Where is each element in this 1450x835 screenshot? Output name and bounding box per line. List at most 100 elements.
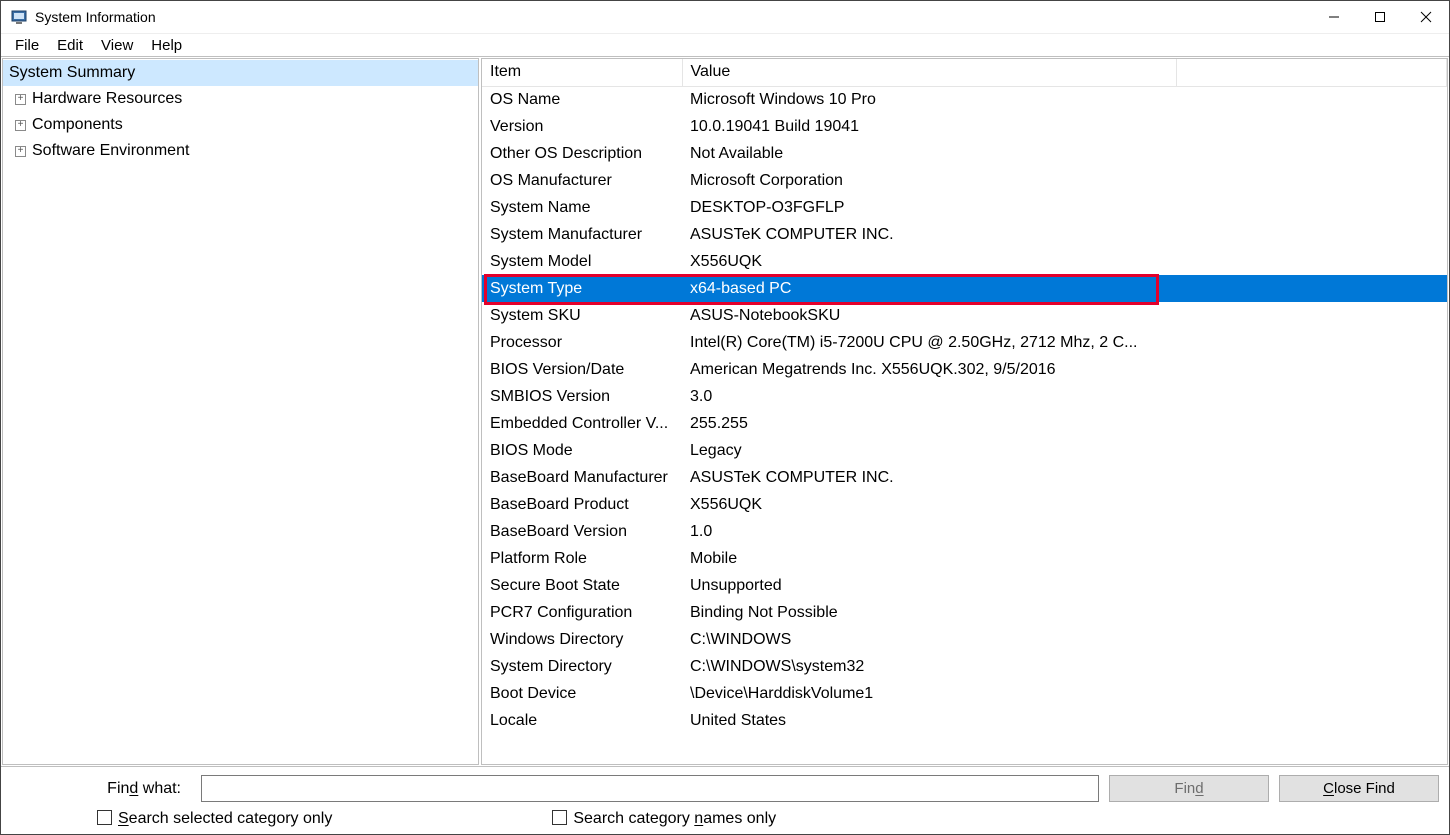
cell-value: 3.0	[682, 383, 1177, 410]
cell-item: SMBIOS Version	[482, 383, 682, 410]
cell-item: System SKU	[482, 302, 682, 329]
cell-item: Boot Device	[482, 680, 682, 707]
cell-value: ASUSTeK COMPUTER INC.	[682, 221, 1177, 248]
find-bar: Find what: Find Close Find Search select…	[1, 766, 1449, 834]
cell-value: ASUS-NotebookSKU	[682, 302, 1177, 329]
cell-value: Binding Not Possible	[682, 599, 1177, 626]
tree-root[interactable]: System Summary	[3, 60, 478, 86]
cell-item: Locale	[482, 707, 682, 734]
checkbox-icon	[97, 810, 112, 825]
window-title: System Information	[35, 9, 156, 25]
cell-item: System Name	[482, 194, 682, 221]
cell-value: 10.0.19041 Build 19041	[682, 113, 1177, 140]
cell-item: BIOS Mode	[482, 437, 682, 464]
cell-item: Processor	[482, 329, 682, 356]
cell-value: C:\WINDOWS\system32	[682, 653, 1177, 680]
tree-node-label: Components	[32, 116, 123, 134]
minimize-button[interactable]	[1311, 1, 1357, 34]
tree-node[interactable]: + Software Environment	[9, 138, 478, 164]
cell-value: X556UQK	[682, 248, 1177, 275]
close-button[interactable]	[1403, 1, 1449, 34]
titlebar[interactable]: System Information	[1, 1, 1449, 34]
table-row[interactable]: BIOS ModeLegacy	[482, 437, 1447, 464]
cell-value: DESKTOP-O3FGFLP	[682, 194, 1177, 221]
tree-node-label: Hardware Resources	[32, 90, 182, 108]
cell-value: Microsoft Corporation	[682, 167, 1177, 194]
table-row[interactable]: System ModelX556UQK	[482, 248, 1447, 275]
table-row[interactable]: Version10.0.19041 Build 19041	[482, 113, 1447, 140]
table-row[interactable]: BaseBoard ProductX556UQK	[482, 491, 1447, 518]
cell-value: C:\WINDOWS	[682, 626, 1177, 653]
search-category-names-checkbox[interactable]: Search category names only	[552, 810, 776, 828]
cell-value: American Megatrends Inc. X556UQK.302, 9/…	[682, 356, 1177, 383]
col-header-value[interactable]: Value	[682, 59, 1177, 86]
cell-value: United States	[682, 707, 1177, 734]
table-row[interactable]: Secure Boot StateUnsupported	[482, 572, 1447, 599]
find-input[interactable]	[201, 775, 1099, 802]
cell-item: BaseBoard Product	[482, 491, 682, 518]
cell-value: \Device\HarddiskVolume1	[682, 680, 1177, 707]
col-header-item[interactable]: Item	[482, 59, 682, 86]
table-row[interactable]: System Typex64-based PC	[482, 275, 1447, 302]
checkbox-icon	[552, 810, 567, 825]
table-row[interactable]: SMBIOS Version3.0	[482, 383, 1447, 410]
table-row[interactable]: Other OS DescriptionNot Available	[482, 140, 1447, 167]
menu-edit[interactable]: Edit	[49, 36, 91, 55]
details-table[interactable]: Item Value OS NameMicrosoft Windows 10 P…	[481, 58, 1448, 765]
col-header-blank[interactable]	[1177, 59, 1447, 86]
cell-item: BaseBoard Version	[482, 518, 682, 545]
menu-help[interactable]: Help	[143, 36, 190, 55]
table-row[interactable]: OS NameMicrosoft Windows 10 Pro	[482, 86, 1447, 113]
cell-item: Windows Directory	[482, 626, 682, 653]
table-row[interactable]: System ManufacturerASUSTeK COMPUTER INC.	[482, 221, 1447, 248]
menu-file[interactable]: File	[7, 36, 47, 55]
expand-icon[interactable]: +	[15, 94, 26, 105]
cell-item: Embedded Controller V...	[482, 410, 682, 437]
cell-item: PCR7 Configuration	[482, 599, 682, 626]
table-row[interactable]: System DirectoryC:\WINDOWS\system32	[482, 653, 1447, 680]
cell-value: 1.0	[682, 518, 1177, 545]
maximize-button[interactable]	[1357, 1, 1403, 34]
table-row[interactable]: OS ManufacturerMicrosoft Corporation	[482, 167, 1447, 194]
table-row[interactable]: System SKUASUS-NotebookSKU	[482, 302, 1447, 329]
cell-value: Mobile	[682, 545, 1177, 572]
table-row[interactable]: BaseBoard ManufacturerASUSTeK COMPUTER I…	[482, 464, 1447, 491]
table-row[interactable]: Platform RoleMobile	[482, 545, 1447, 572]
table-row[interactable]: Embedded Controller V...255.255	[482, 410, 1447, 437]
table-row[interactable]: ProcessorIntel(R) Core(TM) i5-7200U CPU …	[482, 329, 1447, 356]
nav-tree[interactable]: System Summary + Hardware Resources + Compo…	[2, 58, 479, 765]
table-row[interactable]: Boot Device\Device\HarddiskVolume1	[482, 680, 1447, 707]
table-row[interactable]: Windows DirectoryC:\WINDOWS	[482, 626, 1447, 653]
cell-item: OS Manufacturer	[482, 167, 682, 194]
table-row[interactable]: BaseBoard Version1.0	[482, 518, 1447, 545]
table-row[interactable]: System NameDESKTOP-O3FGFLP	[482, 194, 1447, 221]
cell-item: Version	[482, 113, 682, 140]
cell-item: BIOS Version/Date	[482, 356, 682, 383]
cell-value: 255.255	[682, 410, 1177, 437]
table-row[interactable]: LocaleUnited States	[482, 707, 1447, 734]
app-icon	[11, 9, 27, 25]
cell-item: System Model	[482, 248, 682, 275]
table-row[interactable]: BIOS Version/DateAmerican Megatrends Inc…	[482, 356, 1447, 383]
cell-value: Microsoft Windows 10 Pro	[682, 86, 1177, 113]
expand-icon[interactable]: +	[15, 146, 26, 157]
cell-item: System Type	[482, 275, 682, 302]
close-find-button[interactable]: Close Find	[1279, 775, 1439, 802]
tree-node-label: Software Environment	[32, 142, 189, 160]
cell-item: Other OS Description	[482, 140, 682, 167]
expand-icon[interactable]: +	[15, 120, 26, 131]
cell-item: OS Name	[482, 86, 682, 113]
tree-node[interactable]: + Components	[9, 112, 478, 138]
menu-view[interactable]: View	[93, 36, 141, 55]
search-selected-category-checkbox[interactable]: Search selected category only	[97, 810, 332, 828]
find-button[interactable]: Find	[1109, 775, 1269, 802]
find-label: Find what:	[11, 780, 191, 798]
cell-item: Platform Role	[482, 545, 682, 572]
tree-node[interactable]: + Hardware Resources	[9, 86, 478, 112]
cell-item: System Directory	[482, 653, 682, 680]
table-row[interactable]: PCR7 ConfigurationBinding Not Possible	[482, 599, 1447, 626]
cell-value: x64-based PC	[682, 275, 1177, 302]
cell-value: Unsupported	[682, 572, 1177, 599]
cell-value: Legacy	[682, 437, 1177, 464]
cell-value: Intel(R) Core(TM) i5-7200U CPU @ 2.50GHz…	[682, 329, 1177, 356]
